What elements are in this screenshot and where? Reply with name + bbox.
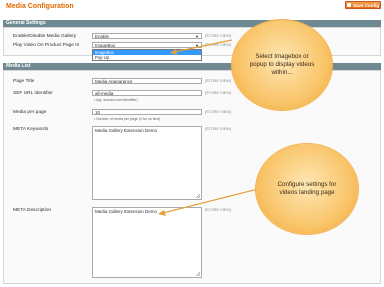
callout-arrow-1 [173,39,233,53]
callout-arrow-2 [162,187,263,214]
callout-bubble-2: Configure settings for videos landing pa… [256,144,358,234]
callout-text-2: Configure settings for videos landing pa… [277,181,337,196]
callout-text-1: Select Imagebox or popup to display vide… [249,53,315,76]
callout-bubble-1: Select Imagebox or popup to display vide… [232,20,332,110]
callout-arrows [158,39,263,216]
callout-arrow-1-head [170,49,177,55]
callout-arrow-2-head [158,210,166,216]
